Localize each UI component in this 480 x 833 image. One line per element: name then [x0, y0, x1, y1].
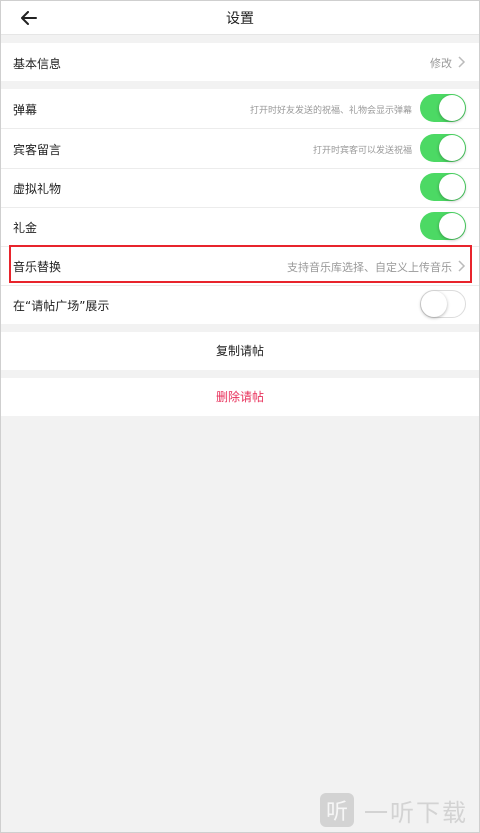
setting-label: 虚拟礼物 [13, 182, 62, 196]
setting-row-danmu: 弹幕 打开时好友发送的祝福、礼物会显示弹幕 [0, 89, 480, 128]
setting-label: 宾客留言 [13, 143, 62, 157]
watermark: 听 一听下载 [320, 790, 470, 830]
chevron-right-icon [458, 260, 466, 272]
danmu-toggle[interactable] [420, 94, 466, 122]
setting-row-guest-message: 宾客留言 打开时宾客可以发送祝福 [0, 129, 480, 168]
watermark-logo: 听 [320, 793, 354, 827]
setting-row-square: 在“请帖广场”展示 [0, 286, 480, 324]
toggle-knob [439, 213, 465, 239]
setting-row-gift-money: 礼金 [0, 208, 480, 246]
toggle-knob [439, 135, 465, 161]
copy-invite-button[interactable]: 复制请帖 [0, 332, 480, 370]
setting-label: 礼金 [13, 221, 38, 235]
toggle-knob [439, 95, 465, 121]
page-title: 设置 [226, 11, 254, 27]
setting-hint: 打开时宾客可以发送祝福 [312, 146, 412, 156]
music-replace-row[interactable]: 音乐替换 支持音乐库选择、自定义上传音乐 [0, 247, 480, 285]
music-label: 音乐替换 [13, 260, 62, 274]
music-hint: 支持音乐库选择、自定义上传音乐 [287, 261, 452, 274]
virtual-gift-toggle[interactable] [420, 173, 466, 201]
gift-money-toggle[interactable] [420, 212, 466, 240]
square-label: 在“请帖广场”展示 [13, 299, 110, 313]
toggle-knob [439, 174, 465, 200]
delete-invite-button[interactable]: 删除请帖 [0, 378, 480, 416]
setting-label: 弹幕 [13, 103, 38, 117]
setting-row-virtual-gift: 虚拟礼物 [0, 169, 480, 207]
basic-info-row[interactable]: 基本信息 修改 [0, 43, 480, 81]
edit-link[interactable]: 修改 [430, 55, 452, 71]
square-toggle[interactable] [420, 290, 466, 318]
toggle-knob [421, 291, 447, 317]
top-bar: 设置 [0, 0, 480, 35]
watermark-text: 一听下载 [364, 798, 468, 827]
guest-message-toggle[interactable] [420, 134, 466, 162]
basic-info-label: 基本信息 [13, 57, 62, 71]
chevron-right-icon [458, 56, 466, 68]
setting-hint: 打开时好友发送的祝福、礼物会显示弹幕 [249, 106, 412, 116]
